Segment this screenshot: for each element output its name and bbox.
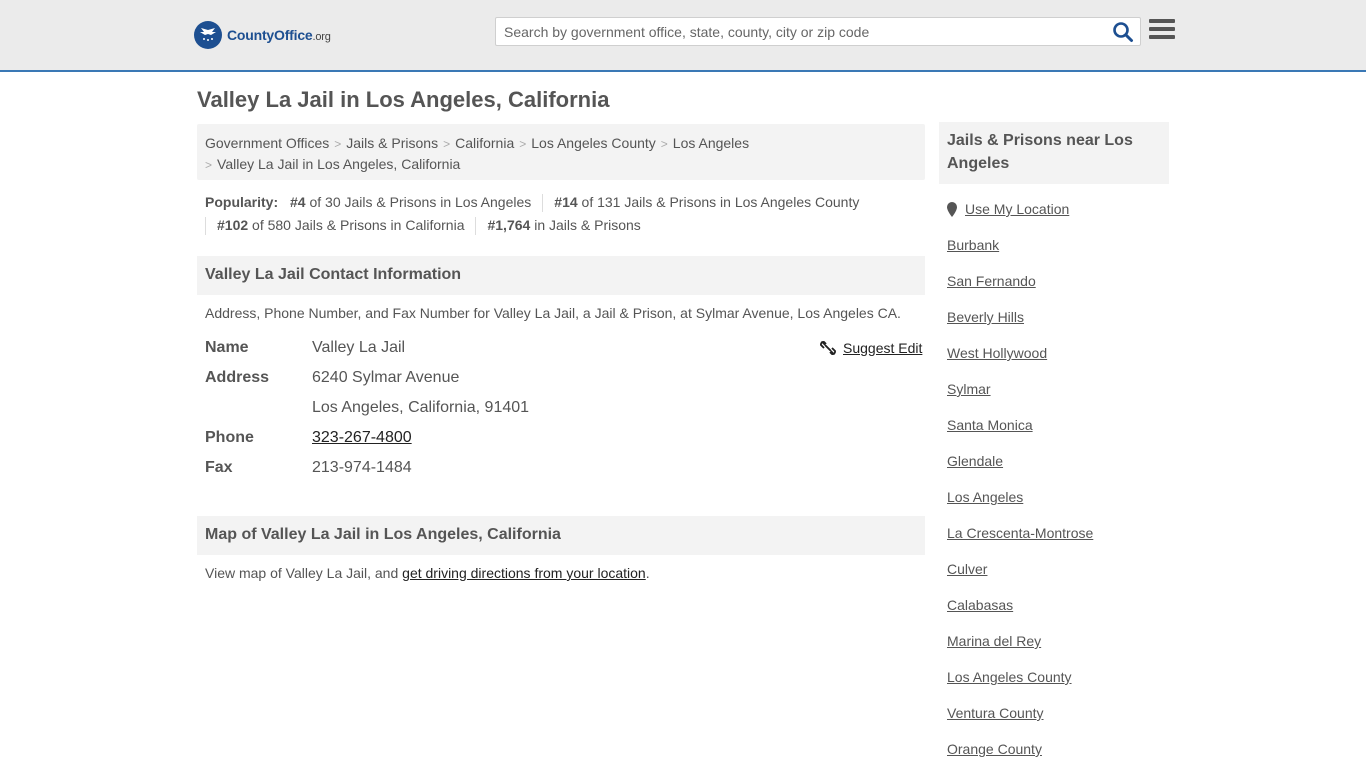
sidebar-link-item: Marina del Rey [947,633,1041,649]
popularity-rank: #14 [554,194,578,210]
sidebar-link-item: La Crescenta-Montrose [947,525,1093,541]
sidebar-link-burbank[interactable]: Burbank [947,237,999,253]
site-logo[interactable]: CountyOffice.org [194,20,331,50]
map-description: View map of Valley La Jail, and get driv… [205,565,650,581]
popularity-divider [475,217,477,236]
sidebar-link-item: Los Angeles [947,489,1023,505]
logo-tld: .org [312,31,331,43]
sidebar-link-la-crescenta-montrose[interactable]: La Crescenta-Montrose [947,525,1093,541]
popularity-rank: #102 [217,217,249,233]
sidebar-link-los-angeles[interactable]: Los Angeles [947,489,1023,505]
map-heading: Map of Valley La Jail in Los Angeles, Ca… [197,516,925,555]
sidebar-heading: Jails & Prisons near Los Angeles [939,122,1169,184]
map-text-before: View map of Valley La Jail, and [205,565,403,581]
breadcrumb-separator-icon: > [519,137,527,151]
search-icon [1113,22,1133,42]
sidebar-link-sylmar[interactable]: Sylmar [947,381,991,397]
sidebar-link-item: San Fernando [947,273,1036,289]
breadcrumb-link-los-angeles-county[interactable]: Los Angeles County [531,135,656,151]
sidebar-link-item: Los Angeles County [947,669,1072,685]
eagle-logo-icon [194,21,222,49]
contact-heading: Valley La Jail Contact Information [197,256,925,295]
address-line1: 6240 Sylmar Avenue [312,369,460,386]
sidebar-link-glendale[interactable]: Glendale [947,453,1003,469]
popularity-text: of 131 Jails & Prisons in Los Angeles Co… [581,194,860,210]
use-location-link[interactable]: Use My Location [965,201,1069,217]
page-title: Valley La Jail in Los Angeles, Californi… [197,87,610,112]
hamburger-icon-bar [1149,35,1175,39]
sidebar-link-santa-monica[interactable]: Santa Monica [947,417,1033,433]
popularity-item: #1,764 in Jails & Prisons [487,214,640,237]
contact-intro: Address, Phone Number, and Fax Number fo… [205,305,901,321]
phone-label: Phone [205,429,254,446]
site-header: CountyOffice.org [0,0,1366,72]
sidebar-link-beverly-hills[interactable]: Beverly Hills [947,309,1024,325]
sidebar-link-item: West Hollywood [947,345,1047,361]
hamburger-menu-button[interactable] [1149,19,1175,43]
breadcrumb-current: Valley La Jail in Los Angeles, Californi… [217,156,461,172]
popularity-item: #4 of 30 Jails & Prisons in Los Angeles [290,191,531,214]
driving-directions-link[interactable]: get driving directions from your locatio… [402,565,646,581]
popularity-divider [205,217,206,236]
popularity-label: Popularity: [205,194,279,210]
breadcrumb-link-government-offices[interactable]: Government Offices [205,135,329,151]
search-input[interactable] [496,18,1106,45]
sidebar-link-calabasas[interactable]: Calabasas [947,597,1013,613]
sidebar-link-item: Santa Monica [947,417,1033,433]
breadcrumb: Government Offices > Jails & Prisons > Calif… [197,124,925,180]
sidebar-link-item: Orange County [947,741,1042,757]
breadcrumb-separator-icon: > [205,158,213,172]
popularity-rank: #4 [290,194,306,210]
breadcrumb-separator-icon: > [660,137,668,151]
popularity-rank: #1,764 [487,217,531,233]
breadcrumb-link-california[interactable]: California [455,135,514,151]
popularity-text: in Jails & Prisons [534,217,641,233]
search-box [495,17,1141,46]
sidebar-link-item: Calabasas [947,597,1013,613]
sidebar-link-marina-del-rey[interactable]: Marina del Rey [947,633,1041,649]
sidebar-link-item: Burbank [947,237,999,253]
hamburger-icon-bar [1149,27,1175,31]
name-value: Valley La Jail [312,339,406,356]
sidebar-link-item: Culver [947,561,987,577]
logo-text: CountyOffice.org [227,27,331,43]
breadcrumb-link-los-angeles[interactable]: Los Angeles [673,135,749,151]
popularity-text: of 30 Jails & Prisons in Los Angeles [309,194,532,210]
map-pin-icon [947,201,957,217]
breadcrumb-link-jails-prisons[interactable]: Jails & Prisons [346,135,438,151]
map-text-after: . [645,565,650,581]
phone-link[interactable]: 323-267-4800 [312,429,412,446]
popularity-item: #102 of 580 Jails & Prisons in Californi… [217,214,464,237]
address-line2: Los Angeles, California, 91401 [312,399,530,416]
sidebar-link-culver[interactable]: Culver [947,561,987,577]
use-location-item[interactable]: Use My Location [947,201,1069,217]
suggest-edit-button[interactable]: Suggest Edit [820,340,922,356]
address-label: Address [205,369,270,386]
sidebar-link-ventura-county[interactable]: Ventura County [947,705,1044,721]
logo-name: CountyOffice [227,27,313,43]
sidebar-link-los-angeles-county[interactable]: Los Angeles County [947,669,1072,685]
popularity-text: of 580 Jails & Prisons in California [252,217,465,233]
name-label: Name [205,339,249,356]
sidebar-link-orange-county[interactable]: Orange County [947,741,1042,757]
sidebar-link-san-fernando[interactable]: San Fernando [947,273,1036,289]
sidebar-link-item: Sylmar [947,381,991,397]
fax-label: Fax [205,459,233,476]
unlink-icon [820,341,836,355]
popularity-item: #14 of 131 Jails & Prisons in Los Angele… [554,191,859,214]
sidebar-link-item: Beverly Hills [947,309,1024,325]
sidebar-link-item: Glendale [947,453,1003,469]
fax-value: 213-974-1484 [312,459,412,476]
hamburger-icon-bar [1149,19,1175,23]
search-button[interactable] [1112,21,1134,43]
sidebar-link-west-hollywood[interactable]: West Hollywood [947,345,1047,361]
breadcrumb-separator-icon: > [334,137,342,151]
sidebar-link-item: Ventura County [947,705,1044,721]
popularity-divider [542,194,544,213]
popularity-stats: Popularity: #4 of 30 Jails & Prisons in … [205,191,920,237]
breadcrumb-separator-icon: > [443,137,451,151]
suggest-edit-link[interactable]: Suggest Edit [843,340,922,356]
